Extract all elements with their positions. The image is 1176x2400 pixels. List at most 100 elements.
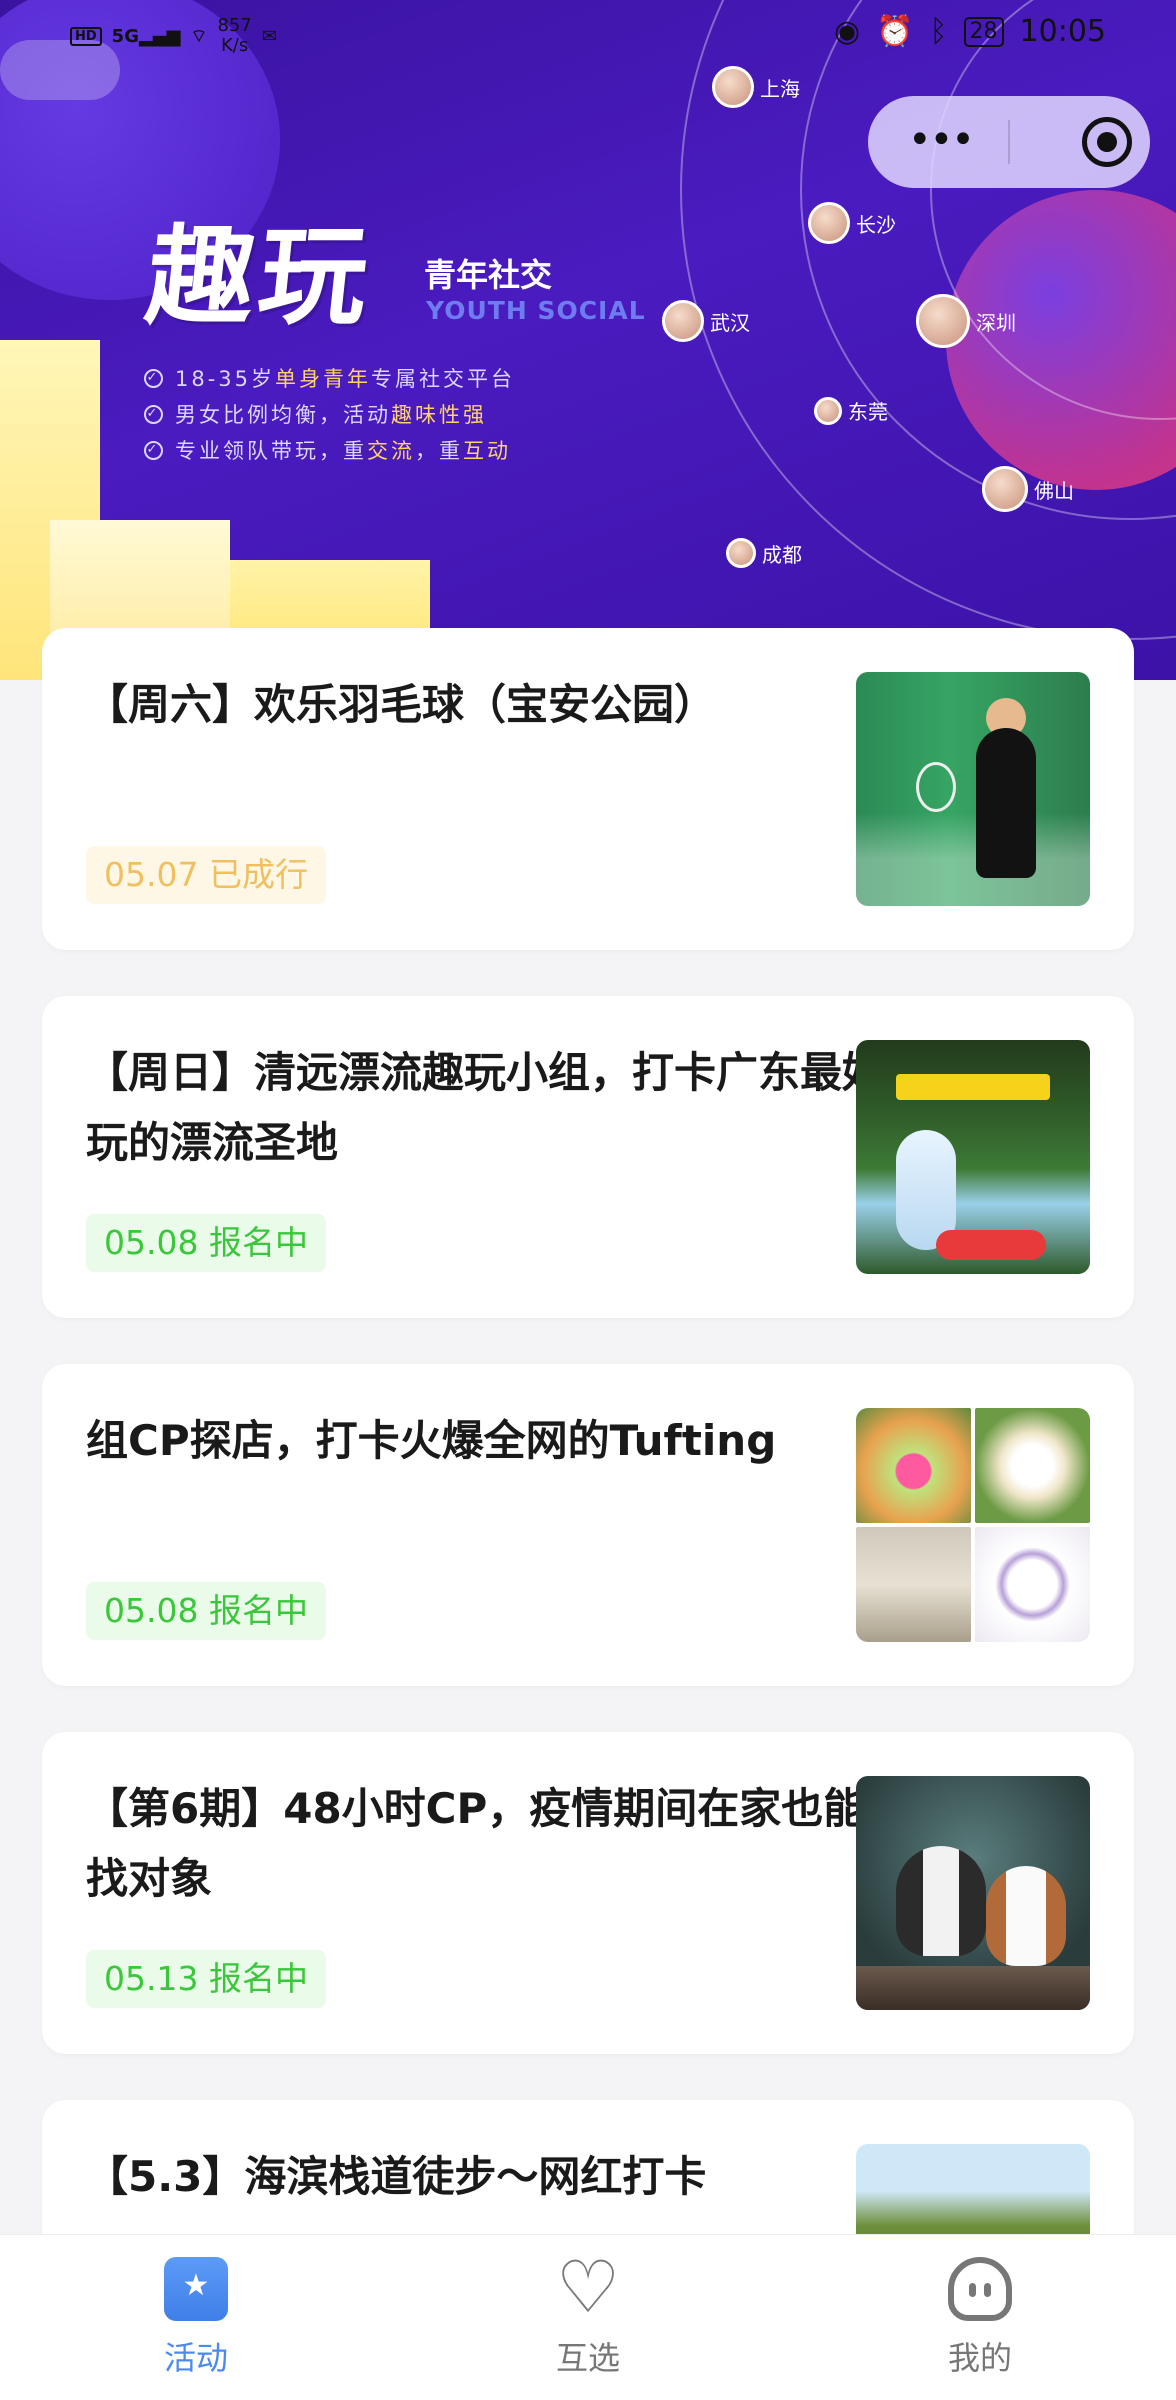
- banner-title: 趣玩: [140, 215, 378, 340]
- photo-raft: [936, 1230, 1046, 1260]
- city-marker: 长沙: [808, 202, 896, 244]
- banner-subtitle: 青年社交: [424, 256, 553, 294]
- app-root: 趣玩 青年社交 YOUTH SOCIAL ✓ 18-35岁 单身青年 专属社交平…: [0, 0, 1176, 2400]
- city-marker: 佛山: [982, 466, 1074, 512]
- feature-highlight: 趣味性强: [391, 403, 487, 427]
- card-date: 05.13: [104, 1959, 199, 1998]
- photo-racket: [916, 762, 956, 812]
- feature-text: 18-35岁: [175, 367, 276, 391]
- tab-label: 活动: [163, 2339, 228, 2377]
- avatar: [814, 396, 842, 425]
- avatar: [726, 538, 756, 568]
- city-label: 长沙: [856, 212, 896, 237]
- feature-text: ，重: [415, 439, 463, 463]
- status-bar: HD 5G▂▄▆ ⌔ 857 K/s ✉ ◉ ⏰ ᛒ 28 10:05: [0, 0, 1176, 74]
- battery-icon: 28: [963, 16, 1004, 47]
- tab-match[interactable]: ♡ 互选: [508, 2245, 668, 2379]
- status-badge: 05.07 已成行: [86, 846, 326, 904]
- card-title: 【5.3】海滨栈道徒步～网红打卡: [86, 2152, 707, 2201]
- collage-tile: [856, 1527, 971, 1642]
- city-label: 深圳: [976, 310, 1016, 335]
- net-speed: 857 K/s: [217, 16, 251, 56]
- banner-subtitle-en: YOUTH SOCIAL: [426, 296, 646, 325]
- feature-line: ✓ 18-35岁 单身青年 专属社交平台: [144, 360, 515, 396]
- collage-tile: [856, 1408, 971, 1523]
- avatar: [916, 294, 970, 348]
- tab-bar: ★ 活动 ♡ 互选 我的: [0, 2234, 1176, 2400]
- check-icon: ✓: [144, 440, 163, 460]
- card-title: 组CP探店，打卡火爆全网的Tufting: [86, 1416, 777, 1465]
- photo-subject: [896, 1846, 986, 1956]
- tab-label: 我的: [947, 2339, 1012, 2377]
- avatar: [982, 466, 1028, 512]
- card-date: 05.07: [104, 855, 199, 894]
- feature-line: ✓ 男女比例均衡，活动 趣味性强: [144, 396, 515, 432]
- eye-icon: ◉: [833, 14, 861, 49]
- banner-features: ✓ 18-35岁 单身青年 专属社交平台 ✓ 男女比例均衡，活动 趣味性强 ✓ …: [144, 360, 515, 468]
- city-marker: 成都: [726, 538, 802, 568]
- card-title: 【第6期】48小时CP，疫情期间在家也能找对象: [86, 1784, 866, 1903]
- feature-text: 男女比例均衡，活动: [175, 403, 391, 427]
- city-label: 佛山: [1034, 478, 1074, 503]
- collage-tile: [975, 1408, 1090, 1523]
- status-badge: 05.08 报名中: [86, 1214, 326, 1272]
- clock: 10:05: [1019, 14, 1106, 49]
- signal-icon: 5G▂▄▆: [111, 25, 181, 47]
- tab-activity[interactable]: ★ 活动: [116, 2257, 276, 2379]
- avatar: [808, 202, 850, 244]
- net-speed-unit: K/s: [220, 35, 249, 56]
- activity-card[interactable]: 组CP探店，打卡火爆全网的Tufting 05.08 报名中: [42, 1364, 1134, 1686]
- city-label: 上海: [760, 76, 800, 101]
- city-label: 成都: [762, 542, 802, 567]
- card-date: 05.08: [104, 1223, 199, 1262]
- miniprogram-capsule: •••: [868, 96, 1150, 188]
- bluetooth-icon: ᛒ: [929, 14, 948, 49]
- feature-text: 专业领队带玩，重: [175, 439, 367, 463]
- status-badge: 05.08 报名中: [86, 1582, 326, 1640]
- check-icon: ✓: [144, 404, 163, 424]
- feature-line: ✓ 专业领队带玩，重 交流 ，重 互动: [144, 432, 515, 468]
- photo-banner: [896, 1074, 1050, 1100]
- activity-card[interactable]: 【周六】欢乐羽毛球（宝安公园） 05.07 已成行: [42, 628, 1134, 950]
- dogs-photo: [856, 1776, 1090, 2010]
- card-title: 【周日】清远漂流趣玩小组，打卡广东最好玩的漂流圣地: [86, 1048, 885, 1167]
- heart-icon: ♡: [555, 2245, 621, 2329]
- badminton-photo: [856, 672, 1090, 906]
- capsule-divider: [1008, 120, 1010, 164]
- card-status: 已成行: [208, 855, 308, 894]
- hd-indicator: HD: [70, 26, 102, 46]
- city-label: 武汉: [710, 310, 750, 335]
- city-label: 东莞: [848, 400, 888, 424]
- activity-card[interactable]: 【周日】清远漂流趣玩小组，打卡广东最好玩的漂流圣地 05.08 报名中: [42, 996, 1134, 1318]
- check-icon: ✓: [144, 368, 163, 388]
- status-badge: 05.13 报名中: [86, 1950, 326, 2008]
- card-date: 05.08: [104, 1591, 199, 1630]
- status-left: HD 5G▂▄▆ ⌔ 857 K/s ✉: [70, 16, 277, 56]
- feature-highlight: 互动: [463, 439, 511, 463]
- activity-icon: ★: [164, 2257, 228, 2321]
- profile-icon: [948, 2257, 1012, 2321]
- card-title: 【周六】欢乐羽毛球（宝安公园）: [86, 680, 717, 729]
- tab-label: 互选: [555, 2339, 620, 2377]
- mail-icon: ✉: [261, 25, 277, 47]
- more-dots-icon[interactable]: •••: [908, 120, 975, 160]
- net-speed-value: 857: [217, 15, 252, 36]
- activity-card[interactable]: 【第6期】48小时CP，疫情期间在家也能找对象 05.13 报名中: [42, 1732, 1134, 2054]
- city-marker: 深圳: [916, 294, 1016, 348]
- tab-profile[interactable]: 我的: [900, 2257, 1060, 2379]
- activity-list: 【周六】欢乐羽毛球（宝安公园） 05.07 已成行 【周日】清远漂流趣玩小组，打…: [42, 628, 1134, 2400]
- city-marker: 武汉: [662, 300, 750, 342]
- feature-highlight: 交流: [367, 439, 415, 463]
- photo-subject: [986, 1866, 1066, 1966]
- feature-highlight: 单身青年: [275, 367, 372, 391]
- wifi-icon: ⌔: [190, 25, 208, 47]
- network-type: 5G: [111, 25, 139, 47]
- card-status: 报名中: [208, 1591, 308, 1630]
- card-status: 报名中: [208, 1223, 308, 1262]
- feature-text: 专属社交平台: [371, 367, 516, 391]
- tufting-collage: [856, 1408, 1090, 1642]
- status-right: ◉ ⏰ ᛒ 28 10:05: [834, 14, 1106, 49]
- card-status: 报名中: [208, 1959, 308, 1998]
- avatar: [662, 300, 704, 342]
- target-icon[interactable]: [1082, 117, 1132, 167]
